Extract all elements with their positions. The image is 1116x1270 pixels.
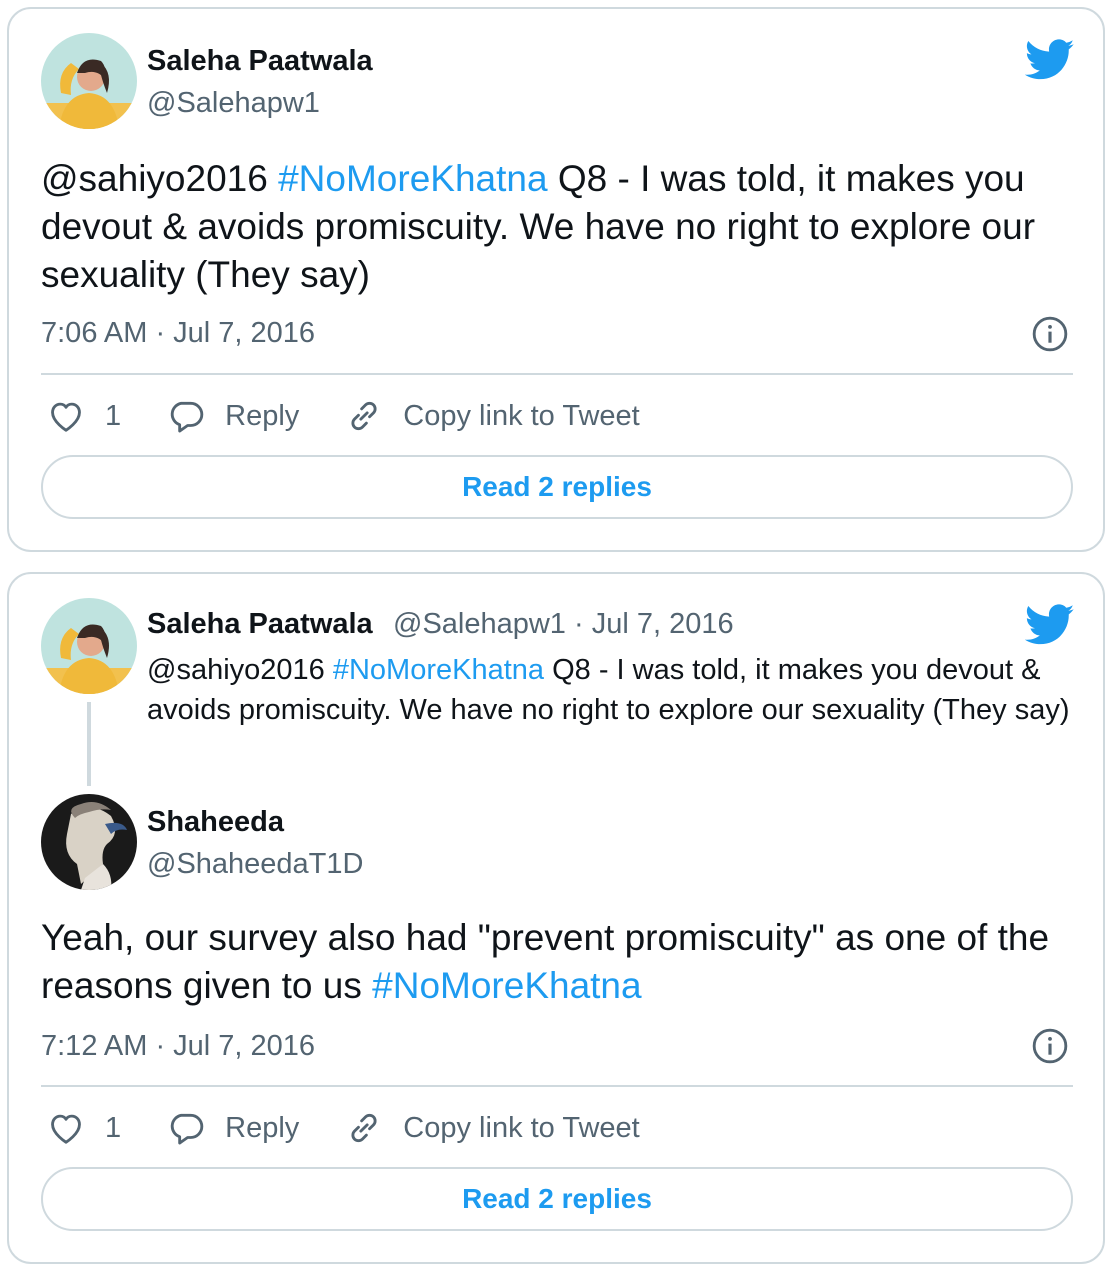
info-icon[interactable] — [1031, 315, 1069, 353]
like-count: 1 — [105, 1111, 122, 1144]
tweet-text: Yeah, our survey also had "prevent promi… — [41, 914, 1081, 1010]
reply-button[interactable]: Reply — [167, 397, 299, 435]
heart-icon — [47, 1109, 105, 1147]
hashtag-link[interactable]: #NoMoreKhatna — [278, 158, 547, 199]
quoted-author-name[interactable]: Saleha Paatwala — [147, 608, 373, 641]
copy-link-label: Copy link to Tweet — [403, 1111, 640, 1144]
reply-bubble-icon — [167, 397, 225, 435]
like-count: 1 — [105, 399, 122, 432]
heart-icon — [47, 397, 105, 435]
read-replies-button[interactable]: Read 2 replies — [41, 455, 1073, 519]
tweet-card-1[interactable]: Saleha Paatwala @Salehapw1 @sahiyo2016 #… — [7, 7, 1105, 552]
twitter-bird-icon[interactable] — [1025, 39, 1075, 81]
quoted-author-meta[interactable]: @Salehapw1 · Jul 7, 2016 — [393, 608, 734, 641]
thread-line — [87, 702, 91, 786]
tweet-text: @sahiyo2016 #NoMoreKhatna Q8 - I was tol… — [41, 155, 1041, 299]
like-button[interactable]: 1 — [47, 1109, 121, 1147]
like-button[interactable]: 1 — [47, 397, 121, 435]
avatar[interactable] — [41, 794, 137, 890]
author-name[interactable]: Shaheeda — [147, 806, 284, 839]
reply-bubble-icon — [167, 1109, 225, 1147]
mention-link[interactable]: @sahiyo2016 — [41, 158, 268, 199]
copy-link-button[interactable]: Copy link to Tweet — [345, 1109, 640, 1147]
read-replies-button[interactable]: Read 2 replies — [41, 1167, 1073, 1231]
info-icon[interactable] — [1031, 1027, 1069, 1065]
link-icon — [345, 397, 403, 435]
tweet-timestamp[interactable]: 7:06 AM · Jul 7, 2016 — [41, 317, 315, 350]
divider — [41, 373, 1073, 375]
avatar[interactable] — [41, 33, 137, 129]
tweet-actions: 1 Reply Copy link to Tweet — [47, 397, 686, 435]
quoted-tweet-text: @sahiyo2016 #NoMoreKhatna Q8 - I was tol… — [147, 650, 1077, 730]
author-handle[interactable]: @Salehapw1 — [147, 87, 320, 120]
link-icon — [345, 1109, 403, 1147]
copy-link-button[interactable]: Copy link to Tweet — [345, 397, 640, 435]
hashtag-link[interactable]: #NoMoreKhatna — [333, 654, 544, 686]
mention-link[interactable]: @sahiyo2016 — [147, 654, 325, 686]
twitter-bird-icon[interactable] — [1025, 604, 1075, 646]
divider — [41, 1085, 1073, 1087]
reply-label: Reply — [225, 1111, 300, 1144]
tweet-timestamp[interactable]: 7:12 AM · Jul 7, 2016 — [41, 1030, 315, 1063]
author-handle[interactable]: @ShaheedaT1D — [147, 848, 363, 881]
reply-label: Reply — [225, 399, 300, 432]
tweet-actions: 1 Reply Copy link to Tweet — [47, 1109, 686, 1147]
copy-link-label: Copy link to Tweet — [403, 399, 640, 432]
author-name[interactable]: Saleha Paatwala — [147, 45, 373, 78]
hashtag-link[interactable]: #NoMoreKhatna — [372, 965, 641, 1006]
tweet-card-2[interactable]: Saleha Paatwala @Salehapw1 · Jul 7, 2016… — [7, 572, 1105, 1264]
reply-button[interactable]: Reply — [167, 1109, 299, 1147]
avatar[interactable] — [41, 598, 137, 694]
